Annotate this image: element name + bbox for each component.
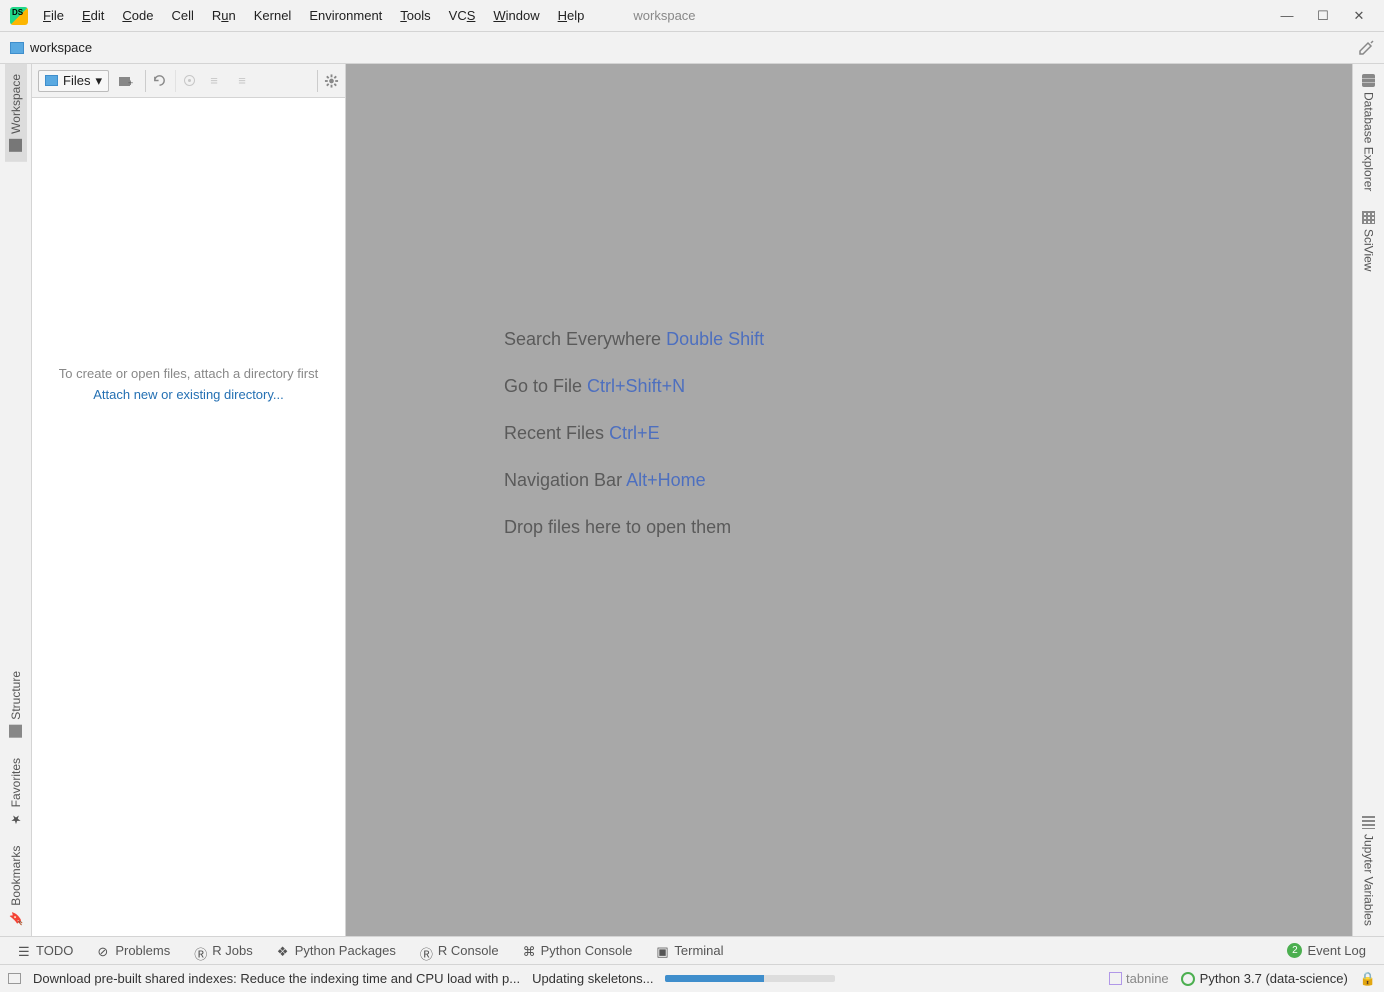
tab-todo[interactable]: ☰TODO bbox=[8, 940, 83, 961]
packages-icon: ❖ bbox=[277, 944, 290, 957]
tab-label: Database Explorer bbox=[1362, 92, 1376, 191]
hint-navigation-bar: Navigation Bar Alt+Home bbox=[504, 467, 764, 494]
event-log-button[interactable]: 2 Event Log bbox=[1277, 940, 1376, 961]
tab-label: Workspace bbox=[9, 74, 23, 134]
svg-text:+: + bbox=[128, 78, 133, 88]
tab-python-packages[interactable]: ❖Python Packages bbox=[267, 940, 406, 961]
files-empty-hint: To create or open files, attach a direct… bbox=[51, 366, 326, 381]
edit-pen-icon[interactable] bbox=[1358, 40, 1374, 56]
tab-label: Structure bbox=[9, 671, 23, 720]
bookmark-icon: 🔖 bbox=[9, 911, 23, 926]
tab-python-console[interactable]: ⌘Python Console bbox=[513, 940, 643, 961]
tab-problems[interactable]: ⊘Problems bbox=[87, 940, 180, 961]
maximize-button[interactable]: ☐ bbox=[1316, 8, 1330, 24]
list-icon: ☰ bbox=[18, 944, 31, 957]
tabnine-icon bbox=[1109, 972, 1122, 985]
toolwindow-toggle-icon[interactable] bbox=[8, 973, 21, 984]
menu-help[interactable]: Help bbox=[549, 4, 594, 27]
left-tool-stripe: Workspace Structure ★ Favorites 🔖 Bookma… bbox=[0, 64, 32, 936]
lock-icon[interactable]: 🔒 bbox=[1360, 971, 1376, 987]
menu-kernel[interactable]: Kernel bbox=[245, 4, 301, 27]
list-icon bbox=[1362, 816, 1375, 829]
progress-bar[interactable] bbox=[665, 975, 835, 982]
files-toolbar: Files ▾ + ≡ ≡ bbox=[32, 64, 345, 98]
menu-vcs[interactable]: VCS bbox=[440, 4, 485, 27]
select-target-button[interactable] bbox=[175, 70, 197, 92]
python-icon: ⌘ bbox=[523, 944, 536, 957]
refresh-button[interactable] bbox=[145, 70, 167, 92]
editor-hints: Search Everywhere Double Shift Go to Fil… bbox=[504, 326, 764, 561]
tab-label: Jupyter Variables bbox=[1362, 834, 1376, 926]
menu-bar: File Edit Code Cell Run Kernel Environme… bbox=[0, 0, 1384, 32]
tab-terminal[interactable]: ▣Terminal bbox=[646, 940, 733, 961]
tab-rconsole[interactable]: ⓇR Console bbox=[410, 940, 509, 961]
collapse-all-button[interactable]: ≡ bbox=[231, 70, 253, 92]
interpreter-widget[interactable]: Python 3.7 (data-science) bbox=[1181, 971, 1348, 986]
hint-recent-files: Recent Files Ctrl+E bbox=[504, 420, 764, 447]
bottom-tool-tabs: ☰TODO ⊘Problems ⓇR Jobs ❖Python Packages… bbox=[0, 936, 1384, 964]
star-icon: ★ bbox=[9, 812, 23, 826]
hint-goto-file: Go to File Ctrl+Shift+N bbox=[504, 373, 764, 400]
tab-sciview[interactable]: SciView bbox=[1358, 201, 1380, 281]
settings-button[interactable] bbox=[317, 70, 339, 92]
status-message-1[interactable]: Download pre-built shared indexes: Reduc… bbox=[33, 971, 520, 986]
minimize-button[interactable]: — bbox=[1280, 8, 1294, 24]
app-icon bbox=[10, 7, 28, 25]
new-folder-button[interactable]: + bbox=[115, 70, 137, 92]
tab-workspace[interactable]: Workspace bbox=[5, 64, 27, 162]
expand-all-button[interactable]: ≡ bbox=[203, 70, 225, 92]
r-icon: Ⓡ bbox=[194, 944, 207, 957]
menu-cell[interactable]: Cell bbox=[162, 4, 202, 27]
menu-file[interactable]: File bbox=[34, 4, 73, 27]
folder-icon bbox=[45, 75, 58, 86]
event-count-badge: 2 bbox=[1287, 943, 1302, 958]
menu-edit[interactable]: Edit bbox=[73, 4, 113, 27]
tab-label: SciView bbox=[1362, 229, 1376, 271]
r-icon: Ⓡ bbox=[420, 944, 433, 957]
main-area: Workspace Structure ★ Favorites 🔖 Bookma… bbox=[0, 64, 1384, 936]
hint-drop-files: Drop files here to open them bbox=[504, 514, 764, 541]
menu-run[interactable]: Run bbox=[203, 4, 245, 27]
folder-icon bbox=[9, 139, 22, 152]
menu-window[interactable]: Window bbox=[484, 4, 548, 27]
breadcrumb[interactable]: workspace bbox=[30, 40, 92, 55]
window-title: workspace bbox=[633, 8, 695, 23]
menu-environment[interactable]: Environment bbox=[300, 4, 391, 27]
tab-label: Bookmarks bbox=[9, 846, 23, 906]
hint-search-everywhere: Search Everywhere Double Shift bbox=[504, 326, 764, 353]
attach-directory-link[interactable]: Attach new or existing directory... bbox=[93, 387, 284, 402]
window-controls: — ☐ ✕ bbox=[1280, 8, 1380, 24]
files-panel: Files ▾ + ≡ ≡ To create or open files, a… bbox=[32, 64, 346, 936]
menu-code[interactable]: Code bbox=[113, 4, 162, 27]
tab-favorites[interactable]: ★ Favorites bbox=[5, 748, 27, 836]
tab-label: Favorites bbox=[9, 758, 23, 807]
tab-rjobs[interactable]: ⓇR Jobs bbox=[184, 940, 262, 961]
editor-empty-area[interactable]: Search Everywhere Double Shift Go to Fil… bbox=[346, 64, 1352, 936]
warning-icon: ⊘ bbox=[97, 944, 110, 957]
close-button[interactable]: ✕ bbox=[1352, 8, 1366, 24]
status-bar: Download pre-built shared indexes: Reduc… bbox=[0, 964, 1384, 992]
tab-database[interactable]: Database Explorer bbox=[1358, 64, 1380, 201]
grid-icon bbox=[1362, 211, 1375, 224]
tabnine-widget[interactable]: tabnine bbox=[1109, 971, 1169, 986]
project-icon bbox=[10, 42, 24, 54]
right-tool-stripe: Database Explorer SciView Jupyter Variab… bbox=[1352, 64, 1384, 936]
interpreter-label: Python 3.7 (data-science) bbox=[1200, 971, 1348, 986]
database-icon bbox=[1362, 74, 1375, 87]
tabnine-label: tabnine bbox=[1126, 971, 1169, 986]
structure-icon bbox=[9, 725, 22, 738]
tab-structure[interactable]: Structure bbox=[5, 661, 27, 748]
status-ok-icon bbox=[1181, 972, 1195, 986]
event-log-label: Event Log bbox=[1307, 943, 1366, 958]
nav-bar: workspace bbox=[0, 32, 1384, 64]
terminal-icon: ▣ bbox=[656, 944, 669, 957]
files-view-combo[interactable]: Files ▾ bbox=[38, 70, 109, 92]
tab-jupyter-vars[interactable]: Jupyter Variables bbox=[1358, 806, 1380, 936]
tab-bookmarks[interactable]: 🔖 Bookmarks bbox=[5, 836, 27, 936]
combo-label: Files bbox=[63, 73, 90, 88]
menu-tools[interactable]: Tools bbox=[391, 4, 439, 27]
status-message-2: Updating skeletons... bbox=[532, 971, 653, 986]
chevron-down-icon: ▾ bbox=[95, 73, 102, 89]
files-body: To create or open files, attach a direct… bbox=[32, 98, 345, 936]
